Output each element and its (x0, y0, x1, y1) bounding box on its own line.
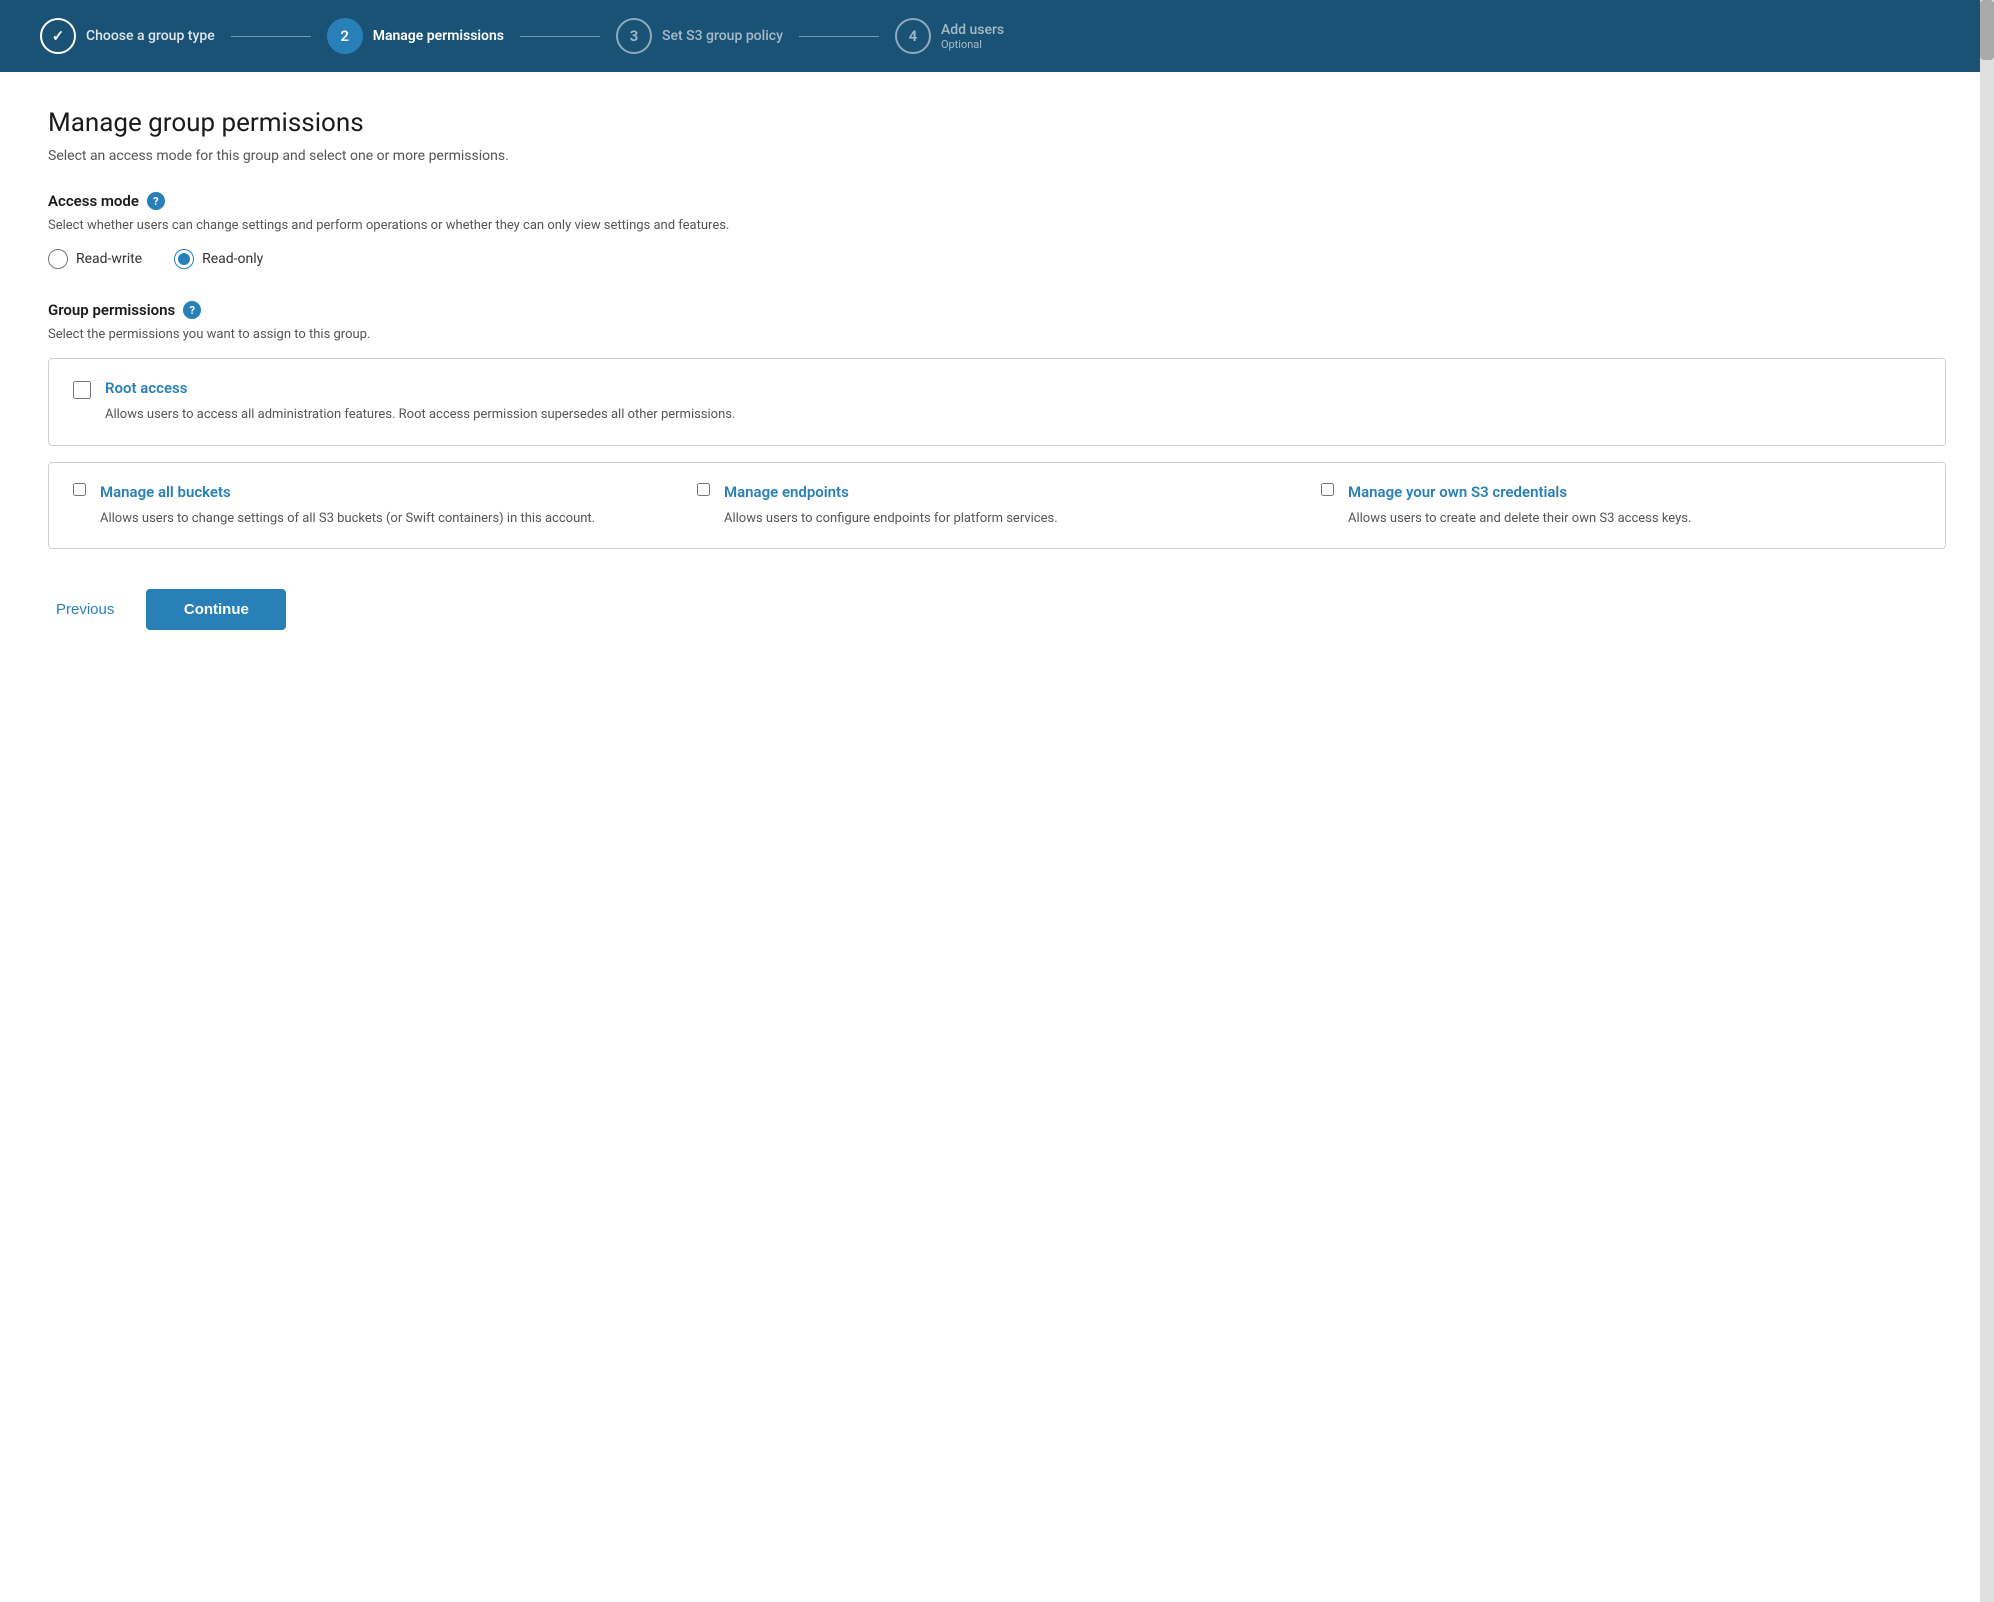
step-1-circle: ✓ (40, 18, 76, 54)
other-permissions-box: Manage all buckets Allows users to chang… (48, 462, 1946, 550)
manage-all-buckets-checkbox[interactable] (73, 483, 86, 496)
group-permissions-description: Select the permissions you want to assig… (48, 327, 1946, 342)
radio-read-write[interactable]: Read-write (48, 249, 142, 269)
access-mode-description: Select whether users can change settings… (48, 218, 1946, 233)
root-access-box: Root access Allows users to access all a… (48, 358, 1946, 446)
step-3-circle: 3 (616, 18, 652, 54)
step-2-circle: 2 (327, 18, 363, 54)
step-connector-2 (520, 36, 600, 37)
root-access-title: Root access (105, 379, 735, 397)
manage-own-s3-credentials-content: Manage your own S3 credentials Allows us… (1348, 483, 1691, 529)
permission-grid: Manage all buckets Allows users to chang… (73, 483, 1921, 529)
radio-read-only-label: Read-only (202, 251, 263, 267)
scroll-thumb[interactable] (1980, 0, 1994, 60)
manage-endpoints-checkbox[interactable] (697, 483, 710, 496)
step-connector-3 (799, 36, 879, 37)
manage-all-buckets-col: Manage all buckets Allows users to chang… (73, 483, 673, 529)
step-4-circle: 4 (895, 18, 931, 54)
page-subtitle: Select an access mode for this group and… (48, 148, 1946, 164)
root-access-description: Allows users to access all administratio… (105, 405, 735, 425)
continue-button[interactable]: Continue (146, 589, 286, 630)
access-mode-section: Access mode ? Select whether users can c… (48, 192, 1946, 269)
manage-endpoints-content: Manage endpoints Allows users to configu… (724, 483, 1058, 529)
step-1-label: Choose a group type (86, 28, 215, 44)
step-3-label: Set S3 group policy (662, 28, 783, 44)
step-manage-permissions: 2 Manage permissions (327, 18, 504, 54)
manage-all-buckets-content: Manage all buckets Allows users to chang… (100, 483, 595, 529)
manage-all-buckets-title: Manage all buckets (100, 483, 595, 501)
group-permissions-label: Group permissions ? (48, 301, 1946, 319)
manage-own-s3-credentials-title: Manage your own S3 credentials (1348, 483, 1691, 501)
manage-own-s3-credentials-col: Manage your own S3 credentials Allows us… (1321, 483, 1921, 529)
page-title: Manage group permissions (48, 108, 1946, 138)
manage-endpoints-title: Manage endpoints (724, 483, 1058, 501)
radio-read-only-input[interactable] (174, 249, 194, 269)
footer-actions: Previous Continue (48, 589, 1946, 630)
manage-endpoints-description: Allows users to configure endpoints for … (724, 509, 1058, 529)
radio-read-only[interactable]: Read-only (174, 249, 263, 269)
step-add-users: 4 Add users Optional (895, 18, 1004, 54)
wizard-header: ✓ Choose a group type 2 Manage permissio… (0, 0, 1994, 72)
access-mode-label: Access mode ? (48, 192, 1946, 210)
step-4-sublabel: Optional (941, 38, 1004, 51)
step-connector-1 (231, 36, 311, 37)
scrollbar[interactable] (1980, 0, 1994, 1602)
radio-read-write-label: Read-write (76, 251, 142, 267)
radio-read-write-input[interactable] (48, 249, 68, 269)
manage-own-s3-credentials-description: Allows users to create and delete their … (1348, 509, 1691, 529)
manage-endpoints-col: Manage endpoints Allows users to configu… (697, 483, 1297, 529)
root-access-item: Root access Allows users to access all a… (73, 379, 1921, 425)
manage-own-s3-credentials-checkbox[interactable] (1321, 483, 1334, 496)
manage-all-buckets-description: Allows users to change settings of all S… (100, 509, 595, 529)
step-choose-group-type: ✓ Choose a group type (40, 18, 215, 54)
root-access-content: Root access Allows users to access all a… (105, 379, 735, 425)
access-mode-help-icon[interactable]: ? (147, 192, 165, 210)
access-mode-radio-group: Read-write Read-only (48, 249, 1946, 269)
previous-button[interactable]: Previous (48, 591, 122, 628)
main-content: Manage group permissions Select an acces… (0, 72, 1994, 1602)
step-2-label: Manage permissions (373, 28, 504, 44)
group-permissions-help-icon[interactable]: ? (183, 301, 201, 319)
step-4-label: Add users (941, 22, 1004, 38)
step-set-s3-group-policy: 3 Set S3 group policy (616, 18, 783, 54)
group-permissions-section: Group permissions ? Select the permissio… (48, 301, 1946, 549)
root-access-checkbox[interactable] (73, 381, 91, 399)
